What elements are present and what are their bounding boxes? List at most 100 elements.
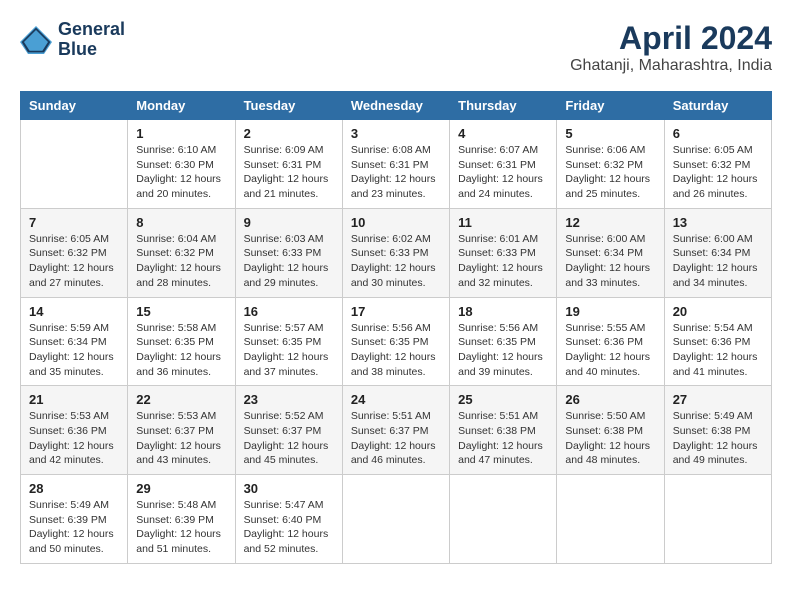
calendar-cell: 16 Sunrise: 5:57 AMSunset: 6:35 PMDayligh… [235,297,342,386]
calendar-cell: 4 Sunrise: 6:07 AMSunset: 6:31 PMDaylight… [450,120,557,209]
calendar-cell: 27 Sunrise: 5:49 AMSunset: 6:38 PMDayligh… [664,386,771,475]
day-info: Sunrise: 5:50 AMSunset: 6:38 PMDaylight:… [565,409,655,468]
calendar-cell: 7Sunrise: 6:05 AMSunset: 6:32 PMDaylight… [21,208,128,297]
day-info: Sunrise: 5:54 AMSunset: 6:36 PMDaylight:… [673,321,763,380]
calendar-table: SundayMondayTuesdayWednesdayThursdayFrid… [20,91,772,564]
day-info: Sunrise: 5:49 AMSunset: 6:38 PMDaylight:… [673,409,763,468]
day-number: 30 [244,481,334,496]
calendar-cell: 28 Sunrise: 5:49 AMSunset: 6:39 PMDayligh… [21,475,128,564]
day-number: 8 [136,215,226,230]
calendar-cell: 19Sunrise: 5:55 AMSunset: 6:36 PMDayligh… [557,297,664,386]
calendar-cell: 17 Sunrise: 5:56 AMSunset: 6:35 PMDayligh… [342,297,449,386]
day-number: 9 [244,215,334,230]
weekday-header: Wednesday [342,92,449,120]
day-info: Sunrise: 6:04 AMSunset: 6:32 PMDaylight:… [136,232,226,291]
day-info: Sunrise: 5:56 AMSunset: 6:35 PMDaylight:… [458,321,548,380]
calendar-cell: 24 Sunrise: 5:51 AMSunset: 6:37 PMDayligh… [342,386,449,475]
day-info: Sunrise: 6:09 AMSunset: 6:31 PMDaylight:… [244,143,334,202]
day-info: Sunrise: 5:52 AMSunset: 6:37 PMDaylight:… [244,409,334,468]
weekday-header: Friday [557,92,664,120]
day-number: 13 [673,215,763,230]
weekday-header: Saturday [664,92,771,120]
calendar-cell: 8 Sunrise: 6:04 AMSunset: 6:32 PMDaylight… [128,208,235,297]
day-number: 26 [565,392,655,407]
calendar-cell: 25 Sunrise: 5:51 AMSunset: 6:38 PMDayligh… [450,386,557,475]
calendar-cell: 10 Sunrise: 6:02 AMSunset: 6:33 PMDayligh… [342,208,449,297]
day-info: Sunrise: 5:47 AMSunset: 6:40 PMDaylight:… [244,498,334,557]
day-info: Sunrise: 6:00 AMSunset: 6:34 PMDaylight:… [565,232,655,291]
day-number: 4 [458,126,548,141]
day-info: Sunrise: 5:58 AMSunset: 6:35 PMDaylight:… [136,321,226,380]
calendar-cell: 6 Sunrise: 6:05 AMSunset: 6:32 PMDaylight… [664,120,771,209]
calendar-cell [450,475,557,564]
calendar-cell: 11 Sunrise: 6:01 AMSunset: 6:33 PMDayligh… [450,208,557,297]
day-info: Sunrise: 5:51 AMSunset: 6:38 PMDaylight:… [458,409,548,468]
day-info: Sunrise: 5:56 AMSunset: 6:35 PMDaylight:… [351,321,441,380]
day-info: Sunrise: 6:05 AMSunset: 6:32 PMDaylight:… [673,143,763,202]
day-info: Sunrise: 6:02 AMSunset: 6:33 PMDaylight:… [351,232,441,291]
day-info: Sunrise: 6:01 AMSunset: 6:33 PMDaylight:… [458,232,548,291]
calendar-cell: 30 Sunrise: 5:47 AMSunset: 6:40 PMDayligh… [235,475,342,564]
calendar-cell: 5 Sunrise: 6:06 AMSunset: 6:32 PMDaylight… [557,120,664,209]
calendar-cell: 15 Sunrise: 5:58 AMSunset: 6:35 PMDayligh… [128,297,235,386]
day-info: Sunrise: 5:53 AMSunset: 6:37 PMDaylight:… [136,409,226,468]
calendar-week-row: 28 Sunrise: 5:49 AMSunset: 6:39 PMDayligh… [21,475,772,564]
calendar-cell [557,475,664,564]
day-info: Sunrise: 6:05 AMSunset: 6:32 PMDaylight:… [29,232,119,291]
day-number: 29 [136,481,226,496]
day-number: 17 [351,304,441,319]
day-number: 27 [673,392,763,407]
day-number: 11 [458,215,548,230]
day-info: Sunrise: 6:10 AMSunset: 6:30 PMDaylight:… [136,143,226,202]
day-info: Sunrise: 5:48 AMSunset: 6:39 PMDaylight:… [136,498,226,557]
day-info: Sunrise: 6:07 AMSunset: 6:31 PMDaylight:… [458,143,548,202]
day-number: 10 [351,215,441,230]
calendar-cell: 21Sunrise: 5:53 AMSunset: 6:36 PMDayligh… [21,386,128,475]
day-number: 5 [565,126,655,141]
calendar-cell [342,475,449,564]
day-number: 19 [565,304,655,319]
weekday-header: Monday [128,92,235,120]
calendar-week-row: 1 Sunrise: 6:10 AMSunset: 6:30 PMDaylight… [21,120,772,209]
calendar-cell: 9 Sunrise: 6:03 AMSunset: 6:33 PMDaylight… [235,208,342,297]
day-number: 14 [29,304,119,319]
day-number: 15 [136,304,226,319]
calendar-week-row: 7Sunrise: 6:05 AMSunset: 6:32 PMDaylight… [21,208,772,297]
day-number: 16 [244,304,334,319]
page-title: April 2024 [570,20,772,57]
day-number: 6 [673,126,763,141]
day-number: 1 [136,126,226,141]
day-number: 21 [29,392,119,407]
page-subtitle: Ghatanji, Maharashtra, India [570,57,772,75]
day-number: 22 [136,392,226,407]
day-number: 3 [351,126,441,141]
calendar-cell: 18 Sunrise: 5:56 AMSunset: 6:35 PMDayligh… [450,297,557,386]
day-info: Sunrise: 5:49 AMSunset: 6:39 PMDaylight:… [29,498,119,557]
calendar-cell: 22 Sunrise: 5:53 AMSunset: 6:37 PMDayligh… [128,386,235,475]
day-number: 25 [458,392,548,407]
weekday-header: Tuesday [235,92,342,120]
calendar-cell: 23 Sunrise: 5:52 AMSunset: 6:37 PMDayligh… [235,386,342,475]
weekday-header: Thursday [450,92,557,120]
title-block: April 2024 Ghatanji, Maharashtra, India [570,20,772,75]
calendar-cell: 29 Sunrise: 5:48 AMSunset: 6:39 PMDayligh… [128,475,235,564]
calendar-cell: 1 Sunrise: 6:10 AMSunset: 6:30 PMDaylight… [128,120,235,209]
page-header: General Blue April 2024 Ghatanji, Mahara… [20,20,772,75]
calendar-cell: 3Sunrise: 6:08 AMSunset: 6:31 PMDaylight… [342,120,449,209]
day-number: 24 [351,392,441,407]
calendar-cell: 13 Sunrise: 6:00 AMSunset: 6:34 PMDayligh… [664,208,771,297]
logo-text: General Blue [58,20,125,60]
calendar-week-row: 21Sunrise: 5:53 AMSunset: 6:36 PMDayligh… [21,386,772,475]
day-info: Sunrise: 6:06 AMSunset: 6:32 PMDaylight:… [565,143,655,202]
day-info: Sunrise: 6:00 AMSunset: 6:34 PMDaylight:… [673,232,763,291]
day-info: Sunrise: 5:57 AMSunset: 6:35 PMDaylight:… [244,321,334,380]
logo-icon [20,26,52,54]
day-number: 18 [458,304,548,319]
day-number: 28 [29,481,119,496]
calendar-cell [21,120,128,209]
day-info: Sunrise: 6:03 AMSunset: 6:33 PMDaylight:… [244,232,334,291]
calendar-cell: 2Sunrise: 6:09 AMSunset: 6:31 PMDaylight… [235,120,342,209]
logo: General Blue [20,20,125,60]
day-info: Sunrise: 5:51 AMSunset: 6:37 PMDaylight:… [351,409,441,468]
day-number: 23 [244,392,334,407]
